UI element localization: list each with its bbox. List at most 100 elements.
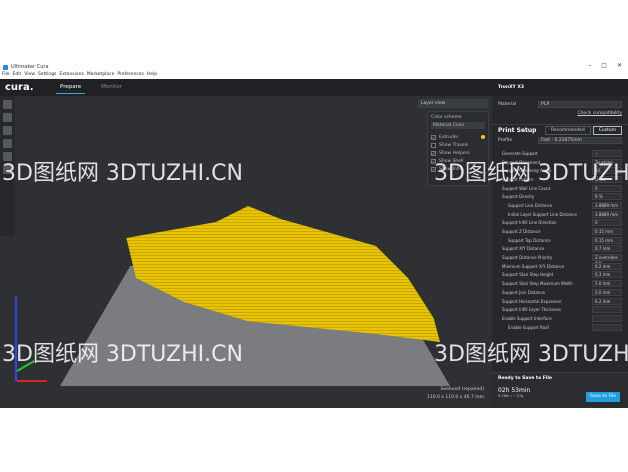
setting-value[interactable]: 2.0 mm: [592, 288, 622, 296]
color-scheme-select[interactable]: Material Color: [431, 122, 485, 129]
print-settings-sidebar: TronXY X3 Material PLA Check compatibilit…: [492, 79, 628, 408]
settings-list[interactable]: Generate Support ✓ Support Placement Touchi…: [492, 149, 628, 331]
setting-row[interactable]: Initial Layer Support Line Distance 3.888…: [492, 210, 628, 219]
z-axis: [15, 296, 17, 381]
setting-value[interactable]: 9 %: [592, 193, 622, 201]
menu-settings[interactable]: Settings: [38, 72, 56, 79]
menu-file[interactable]: File: [2, 72, 10, 79]
setting-value[interactable]: 0.3 mm: [592, 271, 622, 279]
setting-row[interactable]: Support Placement Touching Build...: [492, 158, 628, 171]
setting-row[interactable]: Support Distance Priority Z overrides X/Y: [492, 253, 628, 266]
minimize-button[interactable]: –: [588, 62, 591, 69]
checkbox-extruder[interactable]: ✓ Extruder: [431, 133, 485, 141]
setting-label: Support Pattern: [502, 176, 534, 182]
setting-row[interactable]: Support Overhang Angle 50: [492, 166, 628, 175]
profile-select[interactable]: Fast - 0.21875mm: [538, 137, 622, 144]
setting-value[interactable]: 0.2 mm: [592, 297, 622, 305]
tab-recommended[interactable]: Recommended: [544, 126, 591, 135]
checkbox-show-infill[interactable]: ✓ Show Infill: [431, 165, 485, 173]
move-tool-icon[interactable]: [3, 113, 12, 122]
menu-edit[interactable]: Edit: [13, 72, 22, 79]
setting-row[interactable]: Support X/Y Distance 0.7 mm: [492, 245, 628, 254]
mirror-tool-icon[interactable]: [3, 152, 12, 161]
checkbox-show-helpers[interactable]: ✓ Show Helpers: [431, 149, 485, 157]
setting-value[interactable]: 0: [592, 184, 622, 192]
setting-label: Support X/Y Distance: [502, 246, 545, 252]
setting-row[interactable]: Support Z Distance 0.15 mm: [492, 227, 628, 236]
setting-row[interactable]: Enable Support Roof: [492, 323, 628, 332]
setting-label: Support Join Distance: [502, 289, 546, 295]
setting-row[interactable]: Support Infill Layer Thickness: [492, 305, 628, 314]
setting-row[interactable]: Support Stair Step Maximum Width 5.0 mm: [492, 279, 628, 288]
rotate-tool-icon[interactable]: [3, 139, 12, 148]
profile-label: Profile: [498, 138, 512, 143]
setting-value[interactable]: 0: [592, 219, 622, 227]
menu-marketplace[interactable]: Marketplace: [87, 72, 115, 79]
object-name[interactable]: Seehund (repaired): [427, 386, 484, 394]
setting-label: Support Line Distance: [508, 202, 553, 208]
save-status: Ready to Save to File: [498, 376, 552, 381]
setting-row[interactable]: Support Horizontal Expansion 0.2 mm: [492, 297, 628, 306]
setting-row[interactable]: Enable Support Interface: [492, 314, 628, 323]
setting-row[interactable]: Support Pattern Lines: [492, 175, 628, 184]
setting-value[interactable]: 0.15 mm: [592, 236, 622, 244]
setting-row[interactable]: Support Line Distance 3.8889 mm: [492, 201, 628, 210]
scale-tool-icon[interactable]: [3, 126, 12, 135]
menu-extensions[interactable]: Extensions: [59, 72, 83, 79]
check-compatibility-link[interactable]: Check compatibility: [577, 111, 622, 116]
menu-help[interactable]: Help: [147, 72, 157, 79]
cura-logo-icon: [3, 64, 8, 70]
y-axis: [16, 360, 35, 372]
checkbox-show-travels[interactable]: Show Travels: [431, 141, 485, 149]
setting-row[interactable]: Generate Support ✓: [492, 149, 628, 158]
menu-view[interactable]: View: [24, 72, 35, 79]
extruder-color-swatch: [481, 135, 485, 139]
material-select[interactable]: PLA: [538, 101, 622, 108]
checkbox-show-shell[interactable]: ✓ Show Shell: [431, 157, 485, 165]
setting-value[interactable]: Touching Build...: [592, 158, 622, 171]
setting-row[interactable]: Support Infill Line Direction 0: [492, 219, 628, 228]
setting-row[interactable]: Support Top Distance 0.15 mm: [492, 236, 628, 245]
menu-preferences[interactable]: Preferences: [117, 72, 143, 79]
setting-value[interactable]: Lines: [592, 175, 622, 183]
setting-label: Support Stair Step Maximum Width: [502, 281, 573, 287]
setting-value[interactable]: [592, 314, 622, 322]
printer-selector[interactable]: TronXY X3: [492, 79, 628, 96]
save-to-file-button[interactable]: Save to File: [586, 392, 620, 402]
close-button[interactable]: ✕: [617, 62, 622, 69]
setting-label: Support Infill Layer Thickness: [502, 307, 562, 313]
checkbox-icon[interactable]: ✓: [431, 158, 436, 164]
tab-custom[interactable]: Custom: [592, 126, 622, 135]
setting-value[interactable]: [592, 306, 622, 314]
checkbox-icon[interactable]: [431, 142, 436, 148]
setting-row[interactable]: Support Wall Line Count 0: [492, 184, 628, 193]
open-file-icon[interactable]: [3, 100, 12, 109]
view-mode-select[interactable]: Layer view: [418, 99, 488, 108]
x-axis: [17, 380, 47, 382]
setting-value[interactable]: 0.15 mm: [592, 228, 622, 236]
checkbox-icon[interactable]: ✓: [431, 166, 436, 172]
tab-prepare[interactable]: Prepare: [50, 79, 91, 96]
check-label: Show Helpers: [439, 150, 470, 156]
3d-viewport[interactable]: Layer view Color scheme Material Color ✓…: [0, 96, 492, 408]
tab-monitor[interactable]: Monitor: [91, 79, 132, 96]
setting-value[interactable]: 3.8889 mm: [592, 210, 622, 218]
setting-value[interactable]: 0.7 mm: [592, 245, 622, 253]
setting-value[interactable]: [592, 323, 622, 331]
checkbox-icon[interactable]: ✓: [431, 150, 436, 156]
save-panel: Ready to Save to File 02h 53min 9.16m / …: [492, 372, 628, 408]
setting-value[interactable]: 50: [592, 167, 622, 175]
setting-value[interactable]: ✓: [592, 149, 622, 157]
setting-row[interactable]: Support Density 9 %: [492, 192, 628, 201]
support-blocker-icon[interactable]: [3, 165, 12, 174]
setting-row[interactable]: Support Join Distance 2.0 mm: [492, 288, 628, 297]
setting-label: Generate Support: [502, 150, 538, 156]
setting-value[interactable]: 3.8889 mm: [592, 201, 622, 209]
checkbox-icon[interactable]: ✓: [431, 134, 436, 140]
setting-row[interactable]: Support Stair Step Height 0.3 mm: [492, 271, 628, 280]
setting-value[interactable]: Z overrides X/Y: [592, 254, 622, 266]
maximize-button[interactable]: □: [601, 62, 607, 69]
setting-value[interactable]: 5.0 mm: [592, 280, 622, 288]
setting-value[interactable]: 0.2 mm: [592, 262, 622, 270]
setting-row[interactable]: Minimum Support X/Y Distance 0.2 mm: [492, 262, 628, 271]
